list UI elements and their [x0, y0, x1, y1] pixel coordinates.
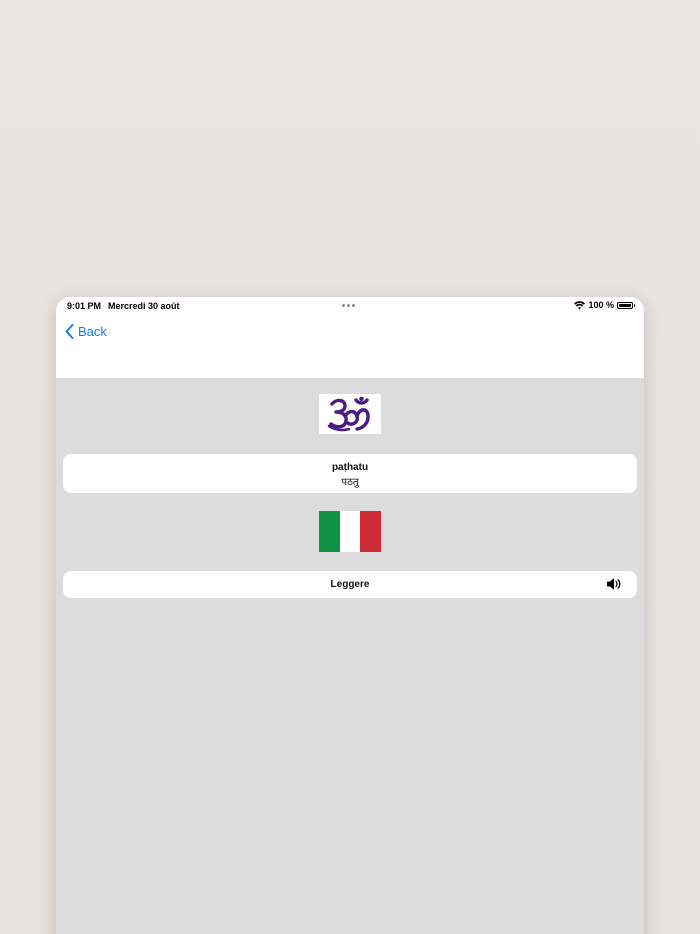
word-card: paṭhatu पठतु: [63, 454, 637, 493]
battery-level: [619, 303, 631, 307]
multitasking-dots-icon[interactable]: [342, 304, 355, 307]
play-audio-button[interactable]: [606, 577, 622, 591]
translation-text: Leggere: [330, 579, 370, 590]
om-symbol-icon: [327, 396, 370, 432]
word-transliteration: paṭhatu: [331, 462, 369, 473]
battery-percentage: 100 %: [588, 300, 614, 310]
status-indicators: 100 %: [574, 300, 635, 310]
back-button[interactable]: Back: [65, 324, 107, 339]
back-label: Back: [78, 324, 107, 339]
flag-stripe-white: [339, 511, 361, 552]
battery-icon: [617, 301, 635, 309]
speaker-icon: [607, 578, 621, 590]
translation-card[interactable]: Leggere: [63, 571, 637, 598]
word-devanagari: पठतु: [341, 477, 359, 488]
status-date: Mercredi 30 août: [108, 301, 180, 311]
chevron-left-icon: [65, 324, 74, 339]
flag-stripe-green: [319, 511, 340, 552]
status-time: 9:01 PM: [67, 301, 102, 311]
om-symbol-image: [319, 394, 381, 434]
status-bar: 9:01 PM Mercredi 30 août 100 %: [56, 297, 644, 315]
app-window: 9:01 PM Mercredi 30 août 100 % Back paṭh…: [56, 297, 644, 934]
flag-stripe-red: [360, 511, 382, 552]
navigation-header: 9:01 PM Mercredi 30 août 100 % Back: [56, 297, 644, 378]
italy-flag-icon: [319, 511, 382, 552]
wifi-icon: [574, 300, 586, 309]
